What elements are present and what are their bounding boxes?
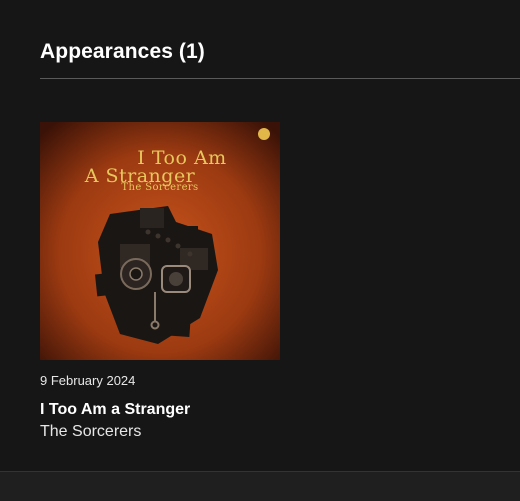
footer-bar — [0, 471, 520, 501]
release-card[interactable]: I Too Am A Stranger The Sorcerers 9 Febr… — [40, 122, 280, 441]
label-logo-icon — [258, 128, 270, 140]
release-date: 9 February 2024 — [40, 373, 136, 388]
artwork-artist-line: The Sorcerers — [121, 182, 199, 193]
section-divider — [40, 78, 520, 79]
album-artwork[interactable]: I Too Am A Stranger The Sorcerers — [40, 122, 280, 360]
section-title: Appearances (1) — [40, 40, 205, 63]
release-title-link[interactable]: I Too Am a Stranger — [40, 401, 280, 419]
release-artist-link[interactable]: The Sorcerers — [40, 423, 280, 441]
